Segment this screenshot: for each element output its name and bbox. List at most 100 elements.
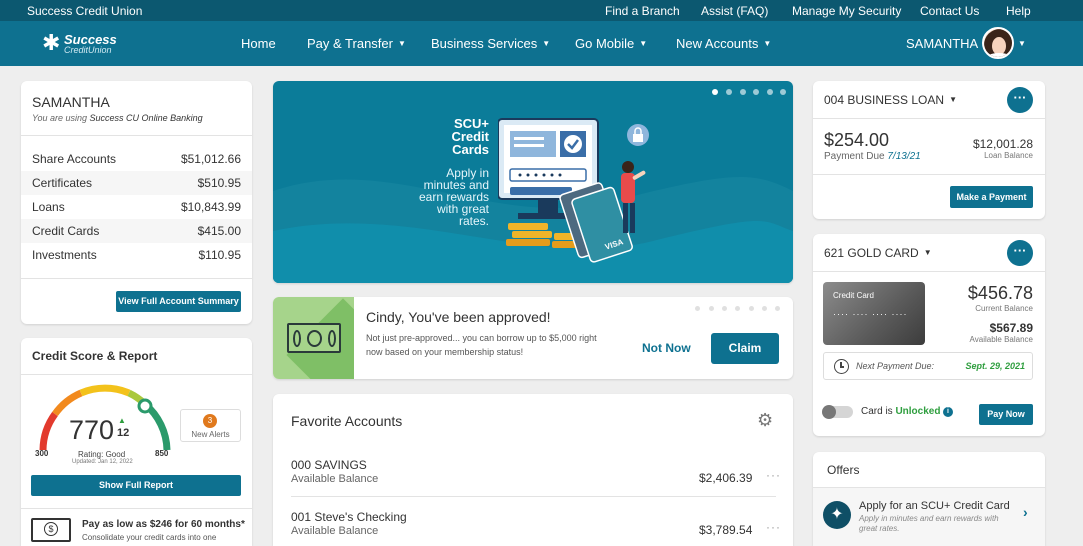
banner-illustration: VISA	[498, 118, 649, 263]
banner-dot[interactable]	[740, 89, 746, 95]
loan-due-label: Payment Due	[824, 151, 888, 162]
new-alerts-box[interactable]: 3 New Alerts	[180, 409, 241, 442]
offers-title: Offers	[827, 463, 860, 477]
nav-pay-transfer[interactable]: Pay & Transfer ▼	[307, 36, 406, 51]
manage-security-link[interactable]: Manage My Security	[792, 4, 901, 18]
nav-go-mobile[interactable]: Go Mobile ▼	[575, 36, 647, 51]
account-row-value: $51,012.66	[180, 152, 241, 166]
favorite-account-value: $2,406.39	[699, 471, 753, 485]
account-summary-card: SAMANTHA You are using Success CU Online…	[21, 81, 252, 324]
avatar[interactable]	[982, 27, 1014, 59]
divider	[21, 135, 252, 136]
credit-card-image[interactable]: Credit Card ···· ···· ···· ····	[823, 282, 925, 345]
more-icon[interactable]: ···	[766, 520, 781, 534]
divider	[21, 508, 252, 509]
account-row-label: Loans	[32, 200, 65, 214]
view-account-summary-button[interactable]: View Full Account Summary	[116, 291, 241, 312]
account-row-share[interactable]: Share Accounts $51,012.66	[21, 147, 252, 171]
card-status: Card is Unlocked	[861, 406, 940, 417]
account-row-credit-cards[interactable]: Credit Cards $415.00	[21, 219, 252, 243]
summary-using-prefix: You are using	[32, 113, 90, 123]
assist-faq-link[interactable]: Assist (FAQ)	[701, 4, 768, 18]
gold-card-title-label: 621 GOLD CARD	[824, 246, 919, 260]
money-icon: $	[31, 518, 71, 542]
loan-title[interactable]: 004 BUSINESS LOAN ▼	[824, 93, 957, 107]
account-row-label: Certificates	[32, 176, 93, 190]
banner-dot[interactable]	[780, 89, 786, 95]
card-image-label: Credit Card	[833, 291, 874, 300]
approval-dot[interactable]	[735, 306, 740, 311]
card-status-value: Unlocked	[895, 406, 941, 417]
gold-card-card: 621 GOLD CARD ▼ ··· Credit Card ···· ····…	[813, 234, 1045, 436]
show-full-report-button[interactable]: Show Full Report	[31, 475, 241, 496]
logo[interactable]: ✱ Success CreditUnion	[42, 31, 132, 57]
help-link[interactable]: Help	[1006, 4, 1031, 18]
favorite-account-value: $3,789.54	[699, 523, 753, 537]
nav-pay-transfer-label: Pay & Transfer	[307, 36, 393, 51]
approval-image	[273, 297, 354, 379]
loan-balance: $12,001.28	[972, 137, 1033, 151]
account-row-loans[interactable]: Loans $10,843.99	[21, 195, 252, 219]
alerts-count-badge: 3	[203, 414, 217, 428]
banner-subtitle: Apply in minutes and earn rewards with g…	[399, 167, 489, 227]
nav-new-accounts[interactable]: New Accounts ▼	[676, 36, 771, 51]
account-row-certificates[interactable]: Certificates $510.95	[21, 171, 252, 195]
favorite-account-name[interactable]: 000 SAVINGS	[291, 458, 367, 472]
approval-dot[interactable]	[775, 306, 780, 311]
nav-home[interactable]: Home	[241, 36, 276, 51]
gold-card-more-button[interactable]: ···	[1007, 240, 1033, 266]
account-row-label: Share Accounts	[32, 152, 117, 166]
card-image-number: ···· ···· ···· ····	[833, 309, 908, 319]
info-icon[interactable]: i	[943, 407, 953, 417]
make-payment-button[interactable]: Make a Payment	[950, 186, 1033, 208]
account-row-label: Investments	[32, 248, 97, 262]
gear-icon[interactable]: ⚙	[757, 410, 773, 431]
nav-business-services[interactable]: Business Services ▼	[431, 36, 550, 51]
credit-score-title: Credit Score & Report	[32, 349, 158, 363]
divider	[813, 118, 1045, 119]
find-branch-link[interactable]: Find a Branch	[605, 4, 680, 18]
loan-due-date: 7/13/21	[887, 151, 921, 162]
offer-item-line1: Apply in minutes and earn rewards with	[859, 514, 999, 523]
banner-dot[interactable]	[726, 89, 732, 95]
approval-dot[interactable]	[695, 306, 700, 311]
not-now-button[interactable]: Not Now	[642, 341, 691, 355]
offer-item[interactable]: ✦ Apply for an SCU+ Credit Card Apply in…	[813, 488, 1045, 546]
credit-card-banner[interactable]: SCU+ Credit Cards Apply in minutes and e…	[273, 81, 793, 283]
contact-us-link[interactable]: Contact Us	[920, 4, 979, 18]
next-payment-date: Sept. 29, 2021	[965, 361, 1025, 371]
loan-title-label: 004 BUSINESS LOAN	[824, 93, 945, 107]
user-menu-name[interactable]: SAMANTHA	[906, 36, 978, 51]
credit-rating: Rating: Good	[78, 450, 126, 459]
chevron-down-icon[interactable]: ▼	[1018, 39, 1026, 48]
loan-payment-amount: $254.00	[824, 130, 890, 150]
account-row-value: $510.95	[197, 176, 241, 190]
pay-now-button[interactable]: Pay Now	[979, 404, 1033, 425]
more-icon[interactable]: ···	[766, 468, 781, 482]
utility-bar: Success Credit Union Find a Branch Assis…	[0, 0, 1083, 21]
business-loan-card: 004 BUSINESS LOAN ▼ ··· $254.00 Payment D…	[813, 81, 1045, 219]
gold-card-title[interactable]: 621 GOLD CARD ▼	[824, 246, 932, 260]
promo-title[interactable]: Pay as low as $246 for 60 months*	[82, 519, 245, 530]
favorite-account-name[interactable]: 001 Steve's Checking	[291, 510, 407, 524]
card-lock-toggle[interactable]	[822, 405, 853, 419]
approval-dot[interactable]	[722, 306, 727, 311]
banner-dot[interactable]	[767, 89, 773, 95]
gold-current-label: Current Balance	[975, 304, 1033, 313]
claim-button[interactable]: Claim	[711, 333, 779, 364]
next-payment-box: Next Payment Due: Sept. 29, 2021	[823, 352, 1033, 380]
banner-dot[interactable]	[753, 89, 759, 95]
approval-dot[interactable]	[762, 306, 767, 311]
sparkle-icon: ✦	[823, 501, 851, 529]
approval-dot[interactable]	[749, 306, 754, 311]
banner-title: SCU+ Credit Cards	[433, 117, 489, 156]
nav-home-label: Home	[241, 36, 276, 51]
cash-icon	[287, 323, 341, 353]
approval-dot[interactable]	[709, 306, 714, 311]
banner-dot-active[interactable]	[712, 89, 718, 95]
divider	[291, 496, 776, 497]
chevron-down-icon: ▼	[923, 248, 932, 257]
clock-icon	[834, 359, 849, 374]
loan-more-button[interactable]: ···	[1007, 87, 1033, 113]
account-row-investments[interactable]: Investments $110.95	[21, 243, 252, 267]
